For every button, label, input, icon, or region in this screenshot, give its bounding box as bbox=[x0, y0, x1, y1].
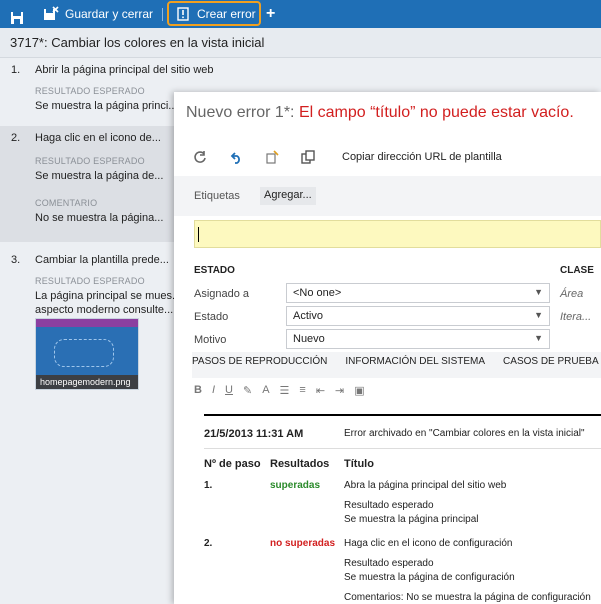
add-icon[interactable]: + bbox=[266, 6, 275, 22]
repro-row-1-num: 1. bbox=[204, 480, 213, 491]
repro-filed-in: Error archivado en "Cambiar colores en l… bbox=[344, 428, 585, 439]
tags-row: Etiquetas Agregar... bbox=[174, 176, 601, 216]
reason-select[interactable]: Nuevo ▼ bbox=[286, 329, 550, 349]
reason-value: Nuevo bbox=[293, 333, 325, 345]
tab-repro-steps[interactable]: PASOS DE REPRODUCCIÓN bbox=[192, 356, 327, 374]
formatting-toolbar: B I U ✎ A ☰ ≡ ⇤ ⇥ ▣ bbox=[194, 382, 375, 398]
repro-steps-content[interactable]: 21/5/2013 11:31 AM Error archivado en "C… bbox=[204, 414, 601, 604]
repro-divider bbox=[204, 448, 601, 449]
step-action: Cambiar la plantilla prede... bbox=[35, 254, 169, 266]
text-caret bbox=[198, 227, 199, 242]
repro-row-1-expected-label: Resultado esperado bbox=[344, 500, 434, 511]
expected-result-label: RESULTADO ESPERADO bbox=[35, 276, 145, 286]
bullet-list-icon[interactable]: ☰ bbox=[280, 384, 290, 397]
repro-row-1-title: Abra la página principal del sitio web bbox=[344, 480, 507, 491]
chevron-down-icon: ▼ bbox=[534, 310, 543, 320]
state-section-header: ESTADO bbox=[194, 265, 235, 276]
bold-icon[interactable]: B bbox=[194, 384, 202, 396]
repro-date: 21/5/2013 11:31 AM bbox=[204, 428, 304, 440]
dialog-title-text: Nuevo error 1*: bbox=[186, 104, 295, 121]
thumbnail-diagram bbox=[54, 339, 114, 367]
italic-icon[interactable]: I bbox=[212, 384, 215, 396]
expected-result-text-2: aspecto moderno consulte... bbox=[35, 304, 174, 316]
repro-row-2-num: 2. bbox=[204, 538, 213, 549]
column-header-step: Nº de paso bbox=[204, 458, 261, 470]
copy-icon[interactable] bbox=[300, 149, 316, 165]
tags-label: Etiquetas bbox=[194, 190, 240, 202]
repro-row-2-expected-label: Resultado esperado bbox=[344, 558, 434, 569]
step-action: Haga clic en el icono de... bbox=[35, 132, 161, 144]
refresh-icon[interactable] bbox=[192, 149, 208, 165]
repro-row-1-result: superadas bbox=[270, 480, 321, 491]
template-icon[interactable] bbox=[264, 149, 280, 165]
state-label: Estado bbox=[194, 311, 229, 323]
reason-label: Motivo bbox=[194, 334, 227, 346]
add-tag-button[interactable]: Agregar... bbox=[260, 187, 316, 205]
comment-label: COMENTARIO bbox=[35, 198, 98, 208]
highlight-icon[interactable]: ✎ bbox=[243, 384, 252, 397]
test-step-1[interactable]: 1. Abrir la página principal del sitio w… bbox=[0, 64, 214, 124]
column-header-title: Título bbox=[344, 458, 374, 470]
validation-error: El campo “título” no puede estar vacío. bbox=[298, 104, 574, 121]
repro-row-2-expected: Se muestra la página de configuración bbox=[344, 572, 515, 583]
step-number: 1. bbox=[11, 64, 21, 76]
area-label[interactable]: Área bbox=[560, 288, 583, 300]
save-and-close-label: Guardar y cerrar bbox=[65, 7, 154, 21]
underline-icon[interactable]: U bbox=[225, 384, 233, 396]
expected-result-label: RESULTADO ESPERADO bbox=[35, 86, 145, 96]
repro-row-1-expected: Se muestra la página principal bbox=[344, 514, 479, 525]
attachment-filename: homepagemodern.png bbox=[36, 375, 138, 389]
column-header-results: Resultados bbox=[270, 458, 330, 470]
test-case-title: 3717*: Cambiar los colores en la vista i… bbox=[0, 28, 601, 58]
state-select[interactable]: Activo ▼ bbox=[286, 306, 550, 326]
expected-result-label: RESULTADO ESPERADO bbox=[35, 156, 145, 166]
create-bug-button[interactable]: Crear error bbox=[167, 1, 261, 26]
toolbar-divider bbox=[162, 8, 163, 21]
save-button[interactable] bbox=[9, 6, 25, 30]
indent-icon[interactable]: ⇥ bbox=[335, 384, 344, 397]
assigned-to-select[interactable]: <No one> ▼ bbox=[286, 283, 550, 303]
font-color-icon[interactable]: A bbox=[262, 384, 269, 396]
class-section-header: CLASE bbox=[560, 265, 594, 276]
save-icon bbox=[9, 10, 25, 26]
undo-icon[interactable] bbox=[228, 149, 244, 165]
test-step-2[interactable]: 2. Haga clic en el icono de... RESULTADO… bbox=[0, 126, 176, 242]
dialog-title: Nuevo error 1*: El campo “título” no pue… bbox=[186, 104, 574, 122]
outdent-icon[interactable]: ⇤ bbox=[316, 384, 325, 397]
thumbnail-header-bar bbox=[36, 319, 138, 327]
copy-template-url-button[interactable]: Copiar dirección URL de plantilla bbox=[342, 151, 502, 163]
assigned-to-value: <No one> bbox=[293, 287, 342, 299]
chevron-down-icon: ▼ bbox=[534, 287, 543, 297]
chevron-down-icon: ▼ bbox=[534, 333, 543, 343]
test-step-3[interactable]: 3. Cambiar la plantilla prede... RESULTA… bbox=[0, 246, 181, 406]
bug-icon bbox=[175, 6, 191, 22]
tab-test-cases[interactable]: CASOS DE PRUEBA (1) bbox=[503, 356, 601, 374]
step-action: Abrir la página principal del sitio web bbox=[35, 64, 214, 76]
save-and-close-button[interactable]: Guardar y cerrar bbox=[43, 2, 153, 26]
step-number: 2. bbox=[11, 132, 21, 144]
dialog-toolbar: Copiar dirección URL de plantilla bbox=[192, 148, 502, 166]
new-bug-dialog: Nuevo error 1*: El campo “título” no pue… bbox=[174, 92, 601, 604]
iteration-label[interactable]: Itera... bbox=[560, 311, 591, 323]
assigned-to-label: Asignado a bbox=[194, 288, 250, 300]
expected-result-text: Se muestra la página princi... bbox=[35, 100, 178, 112]
top-toolbar: Guardar y cerrar Crear error + bbox=[0, 0, 601, 28]
repro-row-2-comment: Comentarios: No se muestra la página de … bbox=[344, 592, 591, 603]
repro-row-2-result: no superadas bbox=[270, 538, 336, 549]
expected-result-text: Se muestra la página de... bbox=[35, 170, 164, 182]
attachment-thumbnail[interactable]: homepagemodern.png bbox=[35, 318, 139, 390]
tab-system-info[interactable]: INFORMACIÓN DEL SISTEMA bbox=[345, 356, 485, 374]
numbered-list-icon[interactable]: ≡ bbox=[299, 384, 305, 396]
insert-image-icon[interactable]: ▣ bbox=[354, 384, 364, 397]
bug-title-input[interactable] bbox=[194, 220, 601, 248]
create-bug-label: Crear error bbox=[197, 6, 256, 21]
repro-row-2-title: Haga clic en el icono de configuración bbox=[344, 538, 513, 549]
save-close-icon bbox=[43, 6, 59, 22]
state-value: Activo bbox=[293, 310, 323, 322]
step-number: 3. bbox=[11, 254, 21, 266]
tab-strip: PASOS DE REPRODUCCIÓN INFORMACIÓN DEL SI… bbox=[192, 356, 601, 374]
expected-result-text: La página principal se mues... bbox=[35, 290, 182, 302]
comment-text: No se muestra la página... bbox=[35, 212, 164, 224]
